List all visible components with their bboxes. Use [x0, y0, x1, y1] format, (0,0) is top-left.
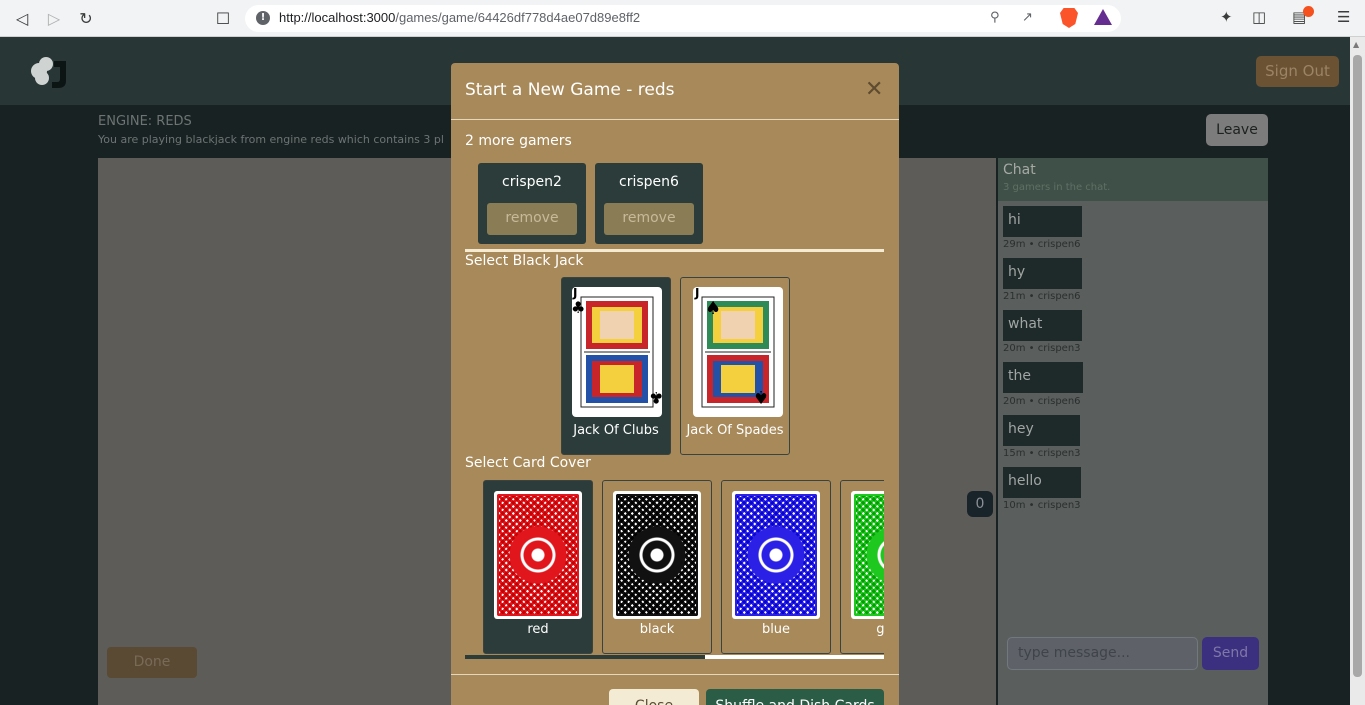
- chat-subtitle: 3 gamers in the chat.: [1003, 182, 1111, 193]
- red-card-back: [494, 491, 582, 619]
- menu-icon[interactable]: ☰: [1337, 8, 1350, 26]
- club-suit-icon: ♣: [571, 298, 586, 317]
- chat-message: hey: [1003, 415, 1080, 446]
- jack-label: Jack Of Clubs: [573, 423, 659, 438]
- extensions-icon[interactable]: ✦: [1220, 8, 1233, 26]
- zoom-icon[interactable]: ⚲: [990, 10, 1000, 25]
- done-button[interactable]: Done: [107, 647, 197, 678]
- gamer-card: crispen6 remove: [595, 163, 703, 244]
- site-info-icon[interactable]: !: [256, 11, 270, 25]
- cover-option-blue[interactable]: blue: [721, 480, 831, 654]
- url-host: http://localhost:3000: [279, 10, 396, 25]
- sidebar-icon[interactable]: ◫: [1252, 8, 1266, 26]
- chat-panel: Chat 3 gamers in the chat. hi 29m • cris…: [998, 158, 1268, 705]
- remove-gamer-button[interactable]: remove: [604, 203, 694, 235]
- scrollbar-thumb[interactable]: [1353, 55, 1362, 677]
- count-badge: 0: [967, 491, 993, 517]
- share-icon[interactable]: ↗: [1022, 10, 1033, 25]
- chat-message-meta: 21m • crispen6: [1003, 291, 1081, 302]
- chat-message: the: [1003, 362, 1083, 393]
- carousel-scrollbar-thumb[interactable]: [465, 655, 705, 659]
- modal-title: Start a New Game - reds: [465, 80, 675, 100]
- cover-label: black: [639, 622, 675, 637]
- gamer-name: crispen6: [619, 174, 679, 190]
- brave-rewards-icon[interactable]: [1094, 9, 1112, 25]
- chat-message-meta: 20m • crispen3: [1003, 343, 1081, 354]
- back-icon[interactable]: ◁: [12, 8, 32, 28]
- cover-option-red[interactable]: red: [483, 480, 593, 654]
- chat-message: hy: [1003, 258, 1082, 289]
- card-cover-carousel[interactable]: red black blue green: [465, 480, 884, 660]
- new-game-modal: Start a New Game - reds ✕ 2 more gamers …: [451, 63, 899, 705]
- jack-of-spades-option[interactable]: J ♠ ♠ Jack Of Spades: [680, 277, 790, 455]
- chat-message: what: [1003, 310, 1082, 341]
- chat-title: Chat: [1003, 162, 1036, 178]
- jack-rank: J: [695, 286, 700, 300]
- gamer-card: crispen2 remove: [478, 163, 586, 244]
- url-path: /games/game/64426df778d4ae07d89e8ff2: [395, 10, 641, 25]
- cover-option-green[interactable]: green: [840, 480, 884, 654]
- cover-label: green: [876, 622, 884, 637]
- forward-icon[interactable]: ▷: [44, 8, 64, 28]
- select-jack-label: Select Black Jack: [465, 253, 584, 269]
- green-card-back: [851, 491, 884, 619]
- chat-message: hi: [1003, 206, 1082, 237]
- close-button[interactable]: Close: [609, 689, 699, 705]
- leave-button[interactable]: Leave: [1206, 114, 1268, 146]
- send-button[interactable]: Send: [1202, 637, 1259, 670]
- shuffle-and-dish-button[interactable]: Shuffle and Dish Cards: [706, 689, 884, 705]
- notification-dot: [1303, 6, 1314, 17]
- bookmark-icon[interactable]: ☐: [213, 8, 233, 28]
- engine-description: You are playing blackjack from engine re…: [98, 133, 444, 146]
- remove-gamer-button[interactable]: remove: [487, 203, 577, 235]
- chat-header: Chat 3 gamers in the chat.: [998, 158, 1268, 201]
- url-text[interactable]: http://localhost:3000/games/game/64426df…: [279, 10, 640, 25]
- chat-message-meta: 29m • crispen6: [1003, 239, 1081, 250]
- blue-card-back: [732, 491, 820, 619]
- spade-suit-icon: ♠: [705, 298, 722, 319]
- spade-suit-icon: ♠: [753, 386, 770, 407]
- page-scrollbar[interactable]: ▲: [1350, 37, 1365, 705]
- reload-icon[interactable]: ↻: [76, 8, 96, 28]
- gamer-name: crispen2: [502, 174, 562, 190]
- browser-toolbar: ◁ ▷ ↻ ☐ ! http://localhost:3000/games/ga…: [0, 0, 1365, 37]
- address-bar[interactable]: ! http://localhost:3000/games/game/64426…: [245, 5, 1121, 32]
- carousel-scrollbar[interactable]: [465, 655, 884, 659]
- engine-title: ENGINE: REDS: [98, 114, 192, 129]
- modal-footer-divider: [451, 674, 899, 675]
- jack-label: Jack Of Spades: [686, 423, 784, 438]
- select-cover-label: Select Card Cover: [465, 455, 591, 471]
- section-divider: [465, 249, 884, 252]
- chat-message-input[interactable]: type message...: [1007, 637, 1198, 670]
- gamers-heading: 2 more gamers: [465, 133, 572, 149]
- app-logo-icon[interactable]: [28, 55, 70, 89]
- chat-message: hello: [1003, 467, 1081, 498]
- cover-label: blue: [761, 622, 791, 637]
- club-suit-icon: ♣: [649, 388, 664, 407]
- scroll-up-icon[interactable]: ▲: [1353, 40, 1359, 49]
- jack-of-clubs-option[interactable]: J ♣ ♣ Jack Of Clubs: [561, 277, 671, 455]
- cover-label: red: [527, 622, 549, 637]
- black-card-back: [613, 491, 701, 619]
- sign-out-button[interactable]: Sign Out: [1256, 56, 1339, 87]
- close-icon[interactable]: ✕: [865, 79, 883, 101]
- chat-message-meta: 15m • crispen3: [1003, 448, 1081, 459]
- chat-message-meta: 10m • crispen3: [1003, 500, 1081, 511]
- modal-divider: [451, 119, 899, 120]
- cover-option-black[interactable]: black: [602, 480, 712, 654]
- chat-message-meta: 20m • crispen6: [1003, 396, 1081, 407]
